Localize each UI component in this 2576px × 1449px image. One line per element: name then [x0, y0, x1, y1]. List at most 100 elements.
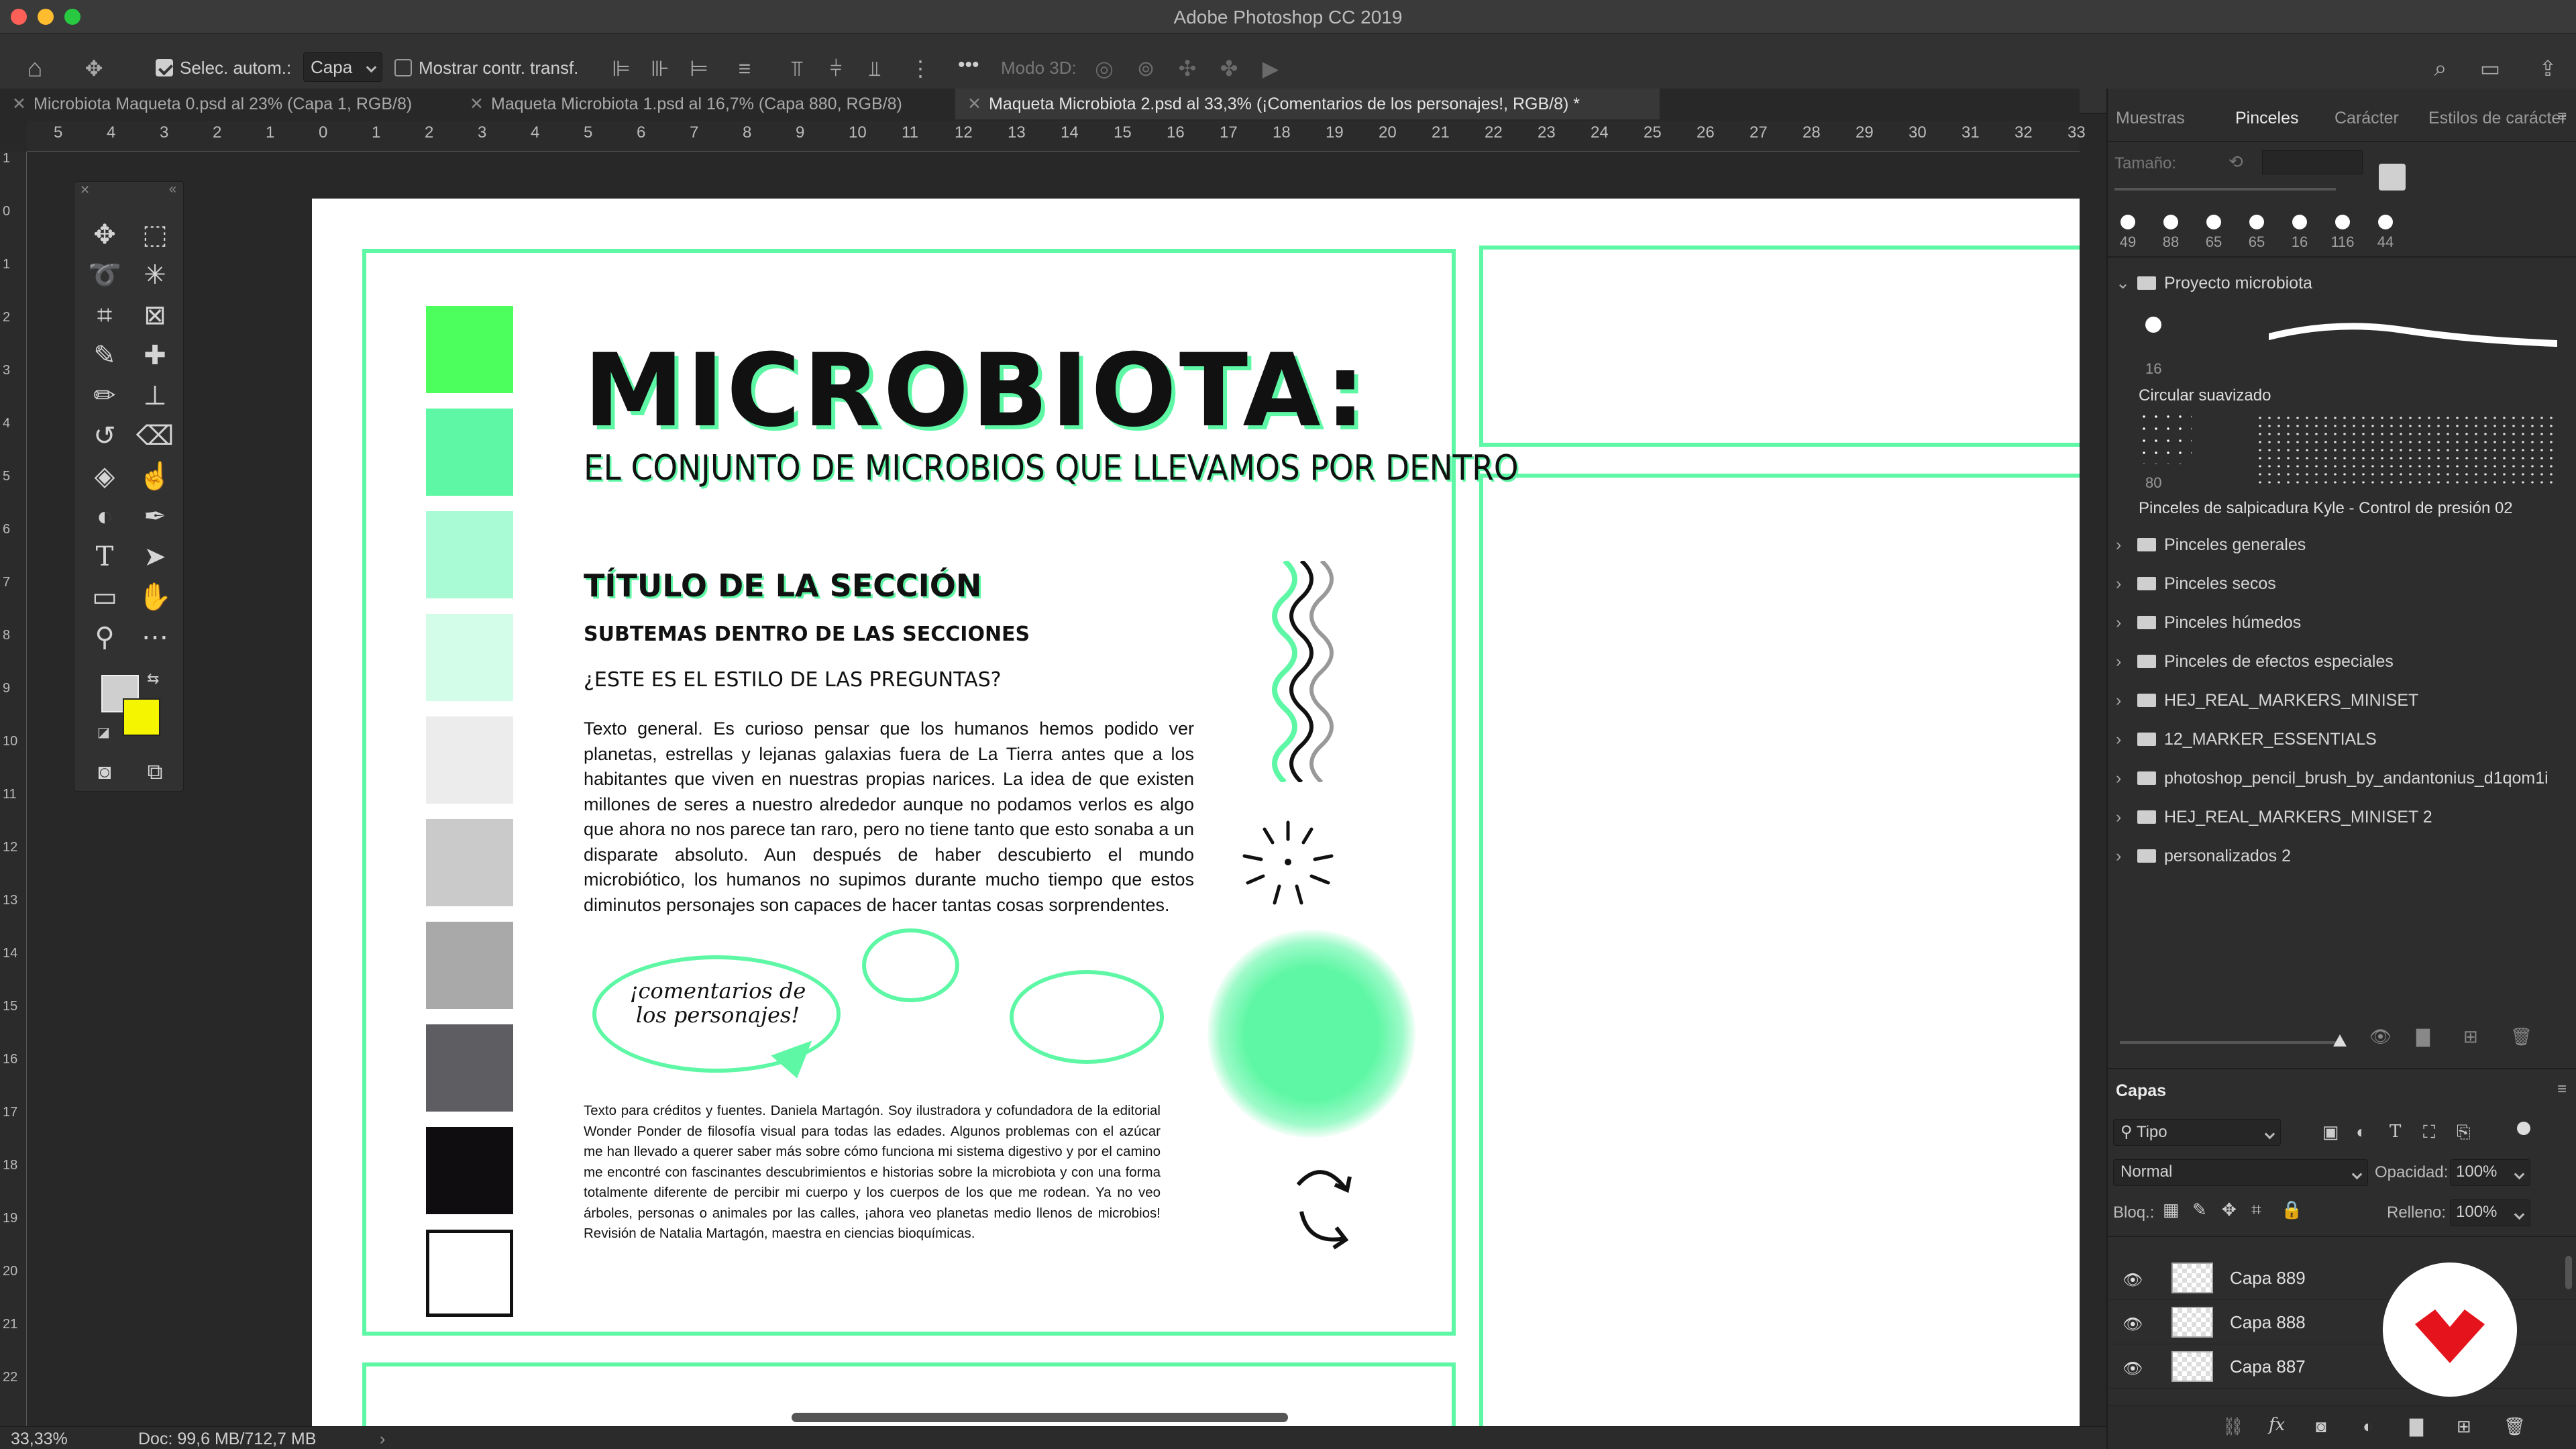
drag-3d-icon[interactable]: ✣ [1173, 54, 1202, 83]
brush-folder[interactable]: › personalizados 2 [2116, 843, 2291, 869]
chevron-right-icon[interactable]: › [2116, 531, 2133, 558]
lock-position-icon[interactable]: ✥ [2222, 1199, 2237, 1220]
distribute-vertical-icon[interactable]: ⋮ [906, 54, 935, 83]
new-group-icon[interactable]: ▇ [2410, 1416, 2423, 1437]
recent-brush-thumb[interactable]: 16 [2286, 215, 2313, 251]
tab-character[interactable]: Carácter [2334, 109, 2399, 128]
lock-all-icon[interactable]: 🔒 [2281, 1199, 2302, 1220]
lock-artboard-icon[interactable]: ⌗ [2251, 1199, 2261, 1221]
chevron-right-icon[interactable]: › [2116, 609, 2133, 636]
delete-brush-icon[interactable]: 🗑 [2510, 1026, 2532, 1047]
status-menu-arrow-icon[interactable]: › [380, 1430, 385, 1449]
tab-maqueta-1[interactable]: ✕ Maqueta Microbiota 1.psd al 16,7% (Capa… [458, 89, 954, 119]
chevron-right-icon[interactable]: › [2116, 804, 2133, 830]
close-panel-icon[interactable]: ✕ [80, 183, 90, 197]
tab-maqueta-2[interactable]: ✕ Maqueta Microbiota 2.psd al 33,3% (¡Com… [955, 89, 1660, 119]
visibility-eye-icon[interactable]: 👁 [2123, 1315, 2143, 1334]
zoom-level[interactable]: 33,33% [11, 1430, 68, 1449]
auto-select-dropdown[interactable]: Capa [303, 52, 382, 82]
filter-toggle-icon[interactable] [2517, 1122, 2530, 1135]
lock-transparency-icon[interactable]: ▦ [2163, 1199, 2180, 1220]
lasso-tool-icon[interactable]: ➰ [85, 256, 125, 294]
tab-maqueta-0[interactable]: ✕ Microbiota Maqueta 0.psd al 23% (Capa 1… [0, 89, 456, 119]
horizontal-ruler[interactable]: 5 4 3 2 1 0 1 2 3 4 5 6 7 8 9 10 11 12 13 14 15 16 17 18 19 20 21 2… [27, 121, 2086, 152]
preview-size-handle[interactable] [2333, 1034, 2347, 1046]
panel-menu-icon[interactable]: ≡ [2557, 107, 2567, 126]
slide-3d-icon[interactable]: ✤ [1214, 54, 1244, 83]
recent-brush-thumb[interactable]: 49 [2114, 215, 2141, 251]
brush-size-slider[interactable] [2114, 188, 2336, 191]
filter-adjustment-icon[interactable]: ◐ [2356, 1122, 2367, 1142]
eraser-tool-icon[interactable]: ⌫ [135, 417, 175, 455]
paint-bucket-icon[interactable]: ◈ [85, 457, 125, 496]
magic-wand-icon[interactable]: ✳ [135, 256, 175, 294]
adjustment-layer-icon[interactable]: ◐ [2363, 1416, 2373, 1437]
roll-3d-icon[interactable]: ⊚ [1131, 54, 1161, 83]
close-tab-icon[interactable]: ✕ [967, 89, 981, 119]
recent-brush-thumb[interactable]: 44 [2372, 215, 2399, 251]
new-layer-icon[interactable]: ⊞ [2457, 1416, 2471, 1437]
brush-folder[interactable]: › Pinceles húmedos [2116, 609, 2301, 636]
close-tab-icon[interactable]: ✕ [470, 89, 484, 119]
layers-panel-title[interactable]: Capas [2116, 1081, 2166, 1101]
reset-size-icon[interactable]: ⟲ [2229, 152, 2243, 172]
chevron-right-icon[interactable]: › [2116, 843, 2133, 869]
tab-brushes[interactable]: Pinceles [2235, 109, 2299, 128]
recent-brush-thumb[interactable]: 65 [2243, 215, 2270, 251]
new-brush-icon[interactable]: ⊞ [2463, 1026, 2478, 1047]
preview-size-slider[interactable] [2120, 1041, 2341, 1044]
document-page[interactable]: MICROBIOTA: EL CONJUNTO DE MICROBIOS QUE… [312, 199, 2080, 1426]
history-brush-icon[interactable]: ↺ [85, 417, 125, 455]
chevron-right-icon[interactable]: › [2116, 726, 2133, 753]
marquee-tool-icon[interactable]: ⬚ [135, 215, 175, 254]
delete-layer-icon[interactable]: 🗑 [2504, 1416, 2526, 1437]
more-options-button[interactable]: ••• [958, 54, 979, 76]
align-bottom-icon[interactable]: ⫫ [860, 54, 890, 83]
screen-mode-icon[interactable]: ⧉ [135, 752, 175, 791]
lock-pixels-icon[interactable]: ✎ [2192, 1199, 2207, 1220]
align-center-icon[interactable]: ⊪ [645, 54, 675, 83]
zoom-tool-icon[interactable]: ⚲ [85, 618, 125, 657]
tab-character-styles[interactable]: Estilos de carácter [2428, 109, 2567, 128]
chevron-right-icon[interactable]: › [2116, 765, 2133, 792]
crop-tool-icon[interactable]: ⌗ [85, 296, 125, 335]
folder-proyecto-microbiota[interactable]: ⌄ Proyecto microbiota [2116, 270, 2312, 297]
filter-type-icon[interactable]: T [2390, 1122, 2401, 1142]
workspace-icon[interactable]: ▭ [2475, 54, 2505, 83]
brush-folder[interactable]: › HEJ_REAL_MARKERS_MINISET 2 [2116, 804, 2432, 830]
more-tools-icon[interactable]: ⋯ [135, 618, 175, 657]
pen-tool-icon[interactable]: ✒ [135, 497, 175, 536]
close-tab-icon[interactable]: ✕ [12, 89, 26, 119]
frame-tool-icon[interactable]: ⊠ [135, 296, 175, 335]
home-icon[interactable]: ⌂ [20, 54, 50, 83]
brush-tool-icon[interactable]: ✏ [85, 376, 125, 415]
brush-name[interactable]: Circular suavizado [2139, 386, 2271, 405]
swap-colors-icon[interactable]: ⇆ [147, 670, 159, 688]
toggle-preview-icon[interactable]: 👁 [2369, 1026, 2392, 1047]
recent-brush-thumb[interactable]: 116 [2329, 215, 2356, 251]
eyedropper-icon[interactable]: ✎ [85, 336, 125, 375]
vertical-ruler[interactable]: 1 0 1 2 3 4 5 6 7 8 9 10 11 12 13 14 15 16 17 18 19 20 21 22 [0, 152, 27, 1426]
horizontal-scrollbar[interactable] [792, 1413, 1288, 1422]
show-transform-checkbox[interactable] [394, 59, 412, 76]
path-selection-icon[interactable]: ➤ [135, 537, 175, 576]
default-colors-icon[interactable]: ◪ [97, 724, 110, 741]
search-icon[interactable]: ⌕ [2426, 54, 2455, 83]
layer-filter-dropdown[interactable]: ⚲ Tipo [2113, 1119, 2281, 1146]
auto-select-checkbox[interactable] [156, 59, 173, 76]
move-tool-icon[interactable]: ✥ [85, 215, 125, 254]
fill-input[interactable]: 100% [2450, 1199, 2530, 1226]
rectangle-tool-icon[interactable]: ▭ [85, 578, 125, 616]
chevron-right-icon[interactable]: › [2116, 687, 2133, 714]
collapse-panel-icon[interactable]: « [169, 182, 176, 197]
brush-size-input[interactable] [2262, 150, 2363, 174]
brush-folder[interactable]: › photoshop_pencil_brush_by_andantonius_d… [2116, 765, 2548, 792]
smudge-tool-icon[interactable]: ☝ [135, 457, 175, 496]
opacity-input[interactable]: 100% [2450, 1159, 2530, 1186]
tab-swatches[interactable]: Muestras [2116, 109, 2185, 128]
brush-folder[interactable]: › HEJ_REAL_MARKERS_MINISET [2116, 687, 2418, 714]
layers-scrollbar[interactable] [2565, 1256, 2572, 1289]
filter-shape-icon[interactable]: ⛶ [2423, 1122, 2435, 1143]
quick-mask-icon[interactable]: ◙ [85, 752, 125, 791]
brush-settings-icon[interactable] [2379, 164, 2406, 191]
